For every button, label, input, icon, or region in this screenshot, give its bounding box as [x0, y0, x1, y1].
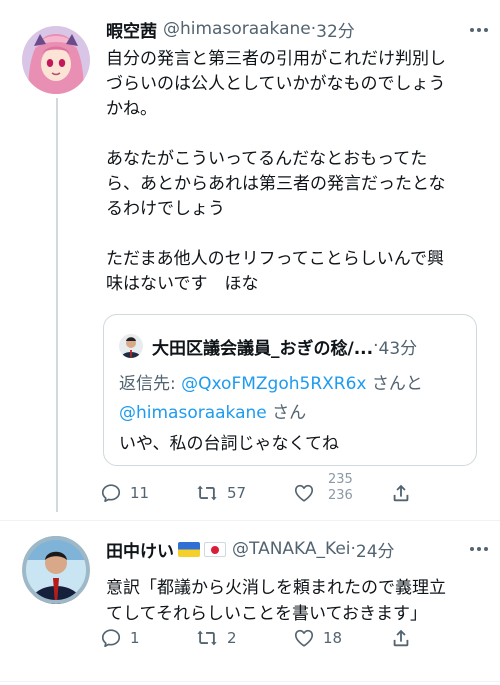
user-handle[interactable]: @TANAKA_Kei: [232, 539, 351, 559]
reply-context: 返信先: @QxoFMZgoh5RXR6x さんと @himasoraakane …: [119, 370, 459, 428]
mention-link[interactable]: @QxoFMZgoh5RXR6x: [181, 374, 366, 394]
user-handle[interactable]: @himasoraakane: [163, 19, 311, 39]
tweet-header: 暇空茜 @himasoraakane · 32分: [106, 15, 466, 43]
like-icon: [294, 629, 314, 647]
quoted-text: いや、私の台詞じゃなくてね: [119, 434, 339, 454]
like-button[interactable]: 18: [293, 625, 342, 651]
display-name[interactable]: 暇空茜: [106, 17, 157, 42]
avatar[interactable]: [22, 536, 90, 604]
divider: [0, 681, 500, 682]
reply-prefix: 返信先:: [119, 374, 182, 394]
quoted-display-name: 大田区議会議員_おぎの稔/...: [152, 338, 374, 359]
more-icon[interactable]: [466, 17, 492, 43]
timestamp[interactable]: 24分: [356, 537, 395, 562]
like-count-new: 236: [328, 488, 353, 503]
tweet-text: 意訳「都議から火消しを頼まれたので義理立 てしてそれらしいことを書いておきます」: [106, 578, 446, 624]
share-button[interactable]: [390, 625, 412, 651]
retweet-button[interactable]: 57: [195, 480, 246, 506]
retweet-count: 2: [227, 629, 237, 647]
retweet-count: 57: [227, 484, 247, 502]
like-button[interactable]: [293, 480, 315, 506]
like-count-animating: 235 236: [328, 472, 360, 514]
flag-japan-icon: [204, 541, 226, 557]
quoted-timestamp: 43分: [378, 338, 418, 359]
reply-count: 1: [130, 629, 140, 647]
action-bar: 1 2 18: [100, 625, 420, 651]
like-icon: [294, 484, 314, 502]
reply-icon: [101, 629, 121, 648]
reply-conjunction: さんと: [371, 374, 423, 394]
reply-button[interactable]: 1: [100, 625, 140, 651]
share-icon: [393, 629, 409, 647]
flag-ukraine-icon: [178, 541, 200, 557]
retweet-icon: [197, 630, 217, 646]
quoted-tweet[interactable]: 大田区議会議員_おぎの稔/... · 43分 返信先: @QxoFMZgoh5R…: [103, 314, 477, 466]
reply-suffix: さん: [272, 403, 307, 423]
quoted-avatar: [119, 334, 143, 358]
more-icon[interactable]: [466, 536, 492, 562]
retweet-button[interactable]: 2: [195, 625, 237, 651]
reply-count: 11: [130, 484, 150, 502]
reply-button[interactable]: 11: [100, 480, 149, 506]
reply-icon: [101, 484, 121, 503]
timestamp[interactable]: 32分: [316, 17, 355, 42]
action-bar: 11 57 235 236: [100, 472, 420, 506]
like-count: 18: [323, 629, 343, 647]
avatar[interactable]: [22, 26, 90, 94]
display-name[interactable]: 田中けい: [106, 537, 174, 562]
share-button[interactable]: [390, 480, 412, 506]
quoted-header: 大田区議会議員_おぎの稔/... · 43分: [152, 332, 466, 360]
thread-line: [56, 98, 58, 512]
share-icon: [393, 484, 409, 502]
retweet-icon: [197, 485, 217, 501]
mention-link[interactable]: @himasoraakane: [119, 403, 267, 423]
like-count-old: 235: [328, 472, 353, 487]
tweet[interactable]: 暇空茜 @himasoraakane · 32分 自分の発言と第三者の引用がこれ…: [0, 0, 500, 520]
tweet-text: 自分の発言と第三者の引用がこれだけ判別し づらいのは公人としていかがなものでしょ…: [106, 49, 446, 294]
tweet[interactable]: 田中けい @TANAKA_Kei · 24分 意訳「都議から火消しを頼まれたので…: [0, 520, 500, 685]
tweet-header: 田中けい @TANAKA_Kei · 24分: [106, 535, 466, 563]
